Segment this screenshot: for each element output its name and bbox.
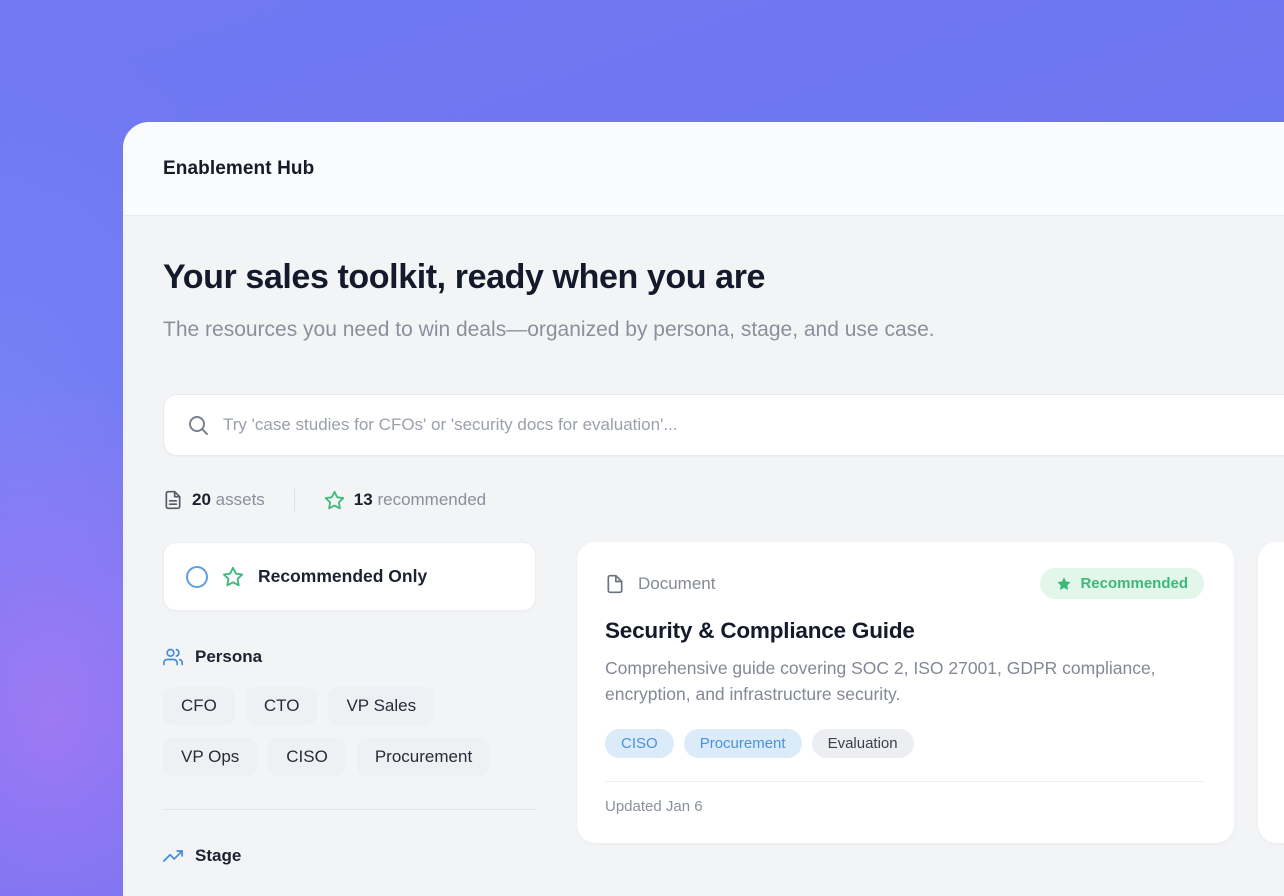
recommended-count: 13 — [354, 490, 373, 509]
card-top-row: Document Recommended — [605, 568, 1204, 599]
asset-cards-row: Document Recommended Security & Complian… — [577, 542, 1284, 843]
stage-section-label: Stage — [195, 846, 241, 866]
recommended-label: recommended — [377, 490, 486, 509]
card-type: Document — [605, 574, 715, 594]
search-icon — [186, 413, 210, 437]
page-subtitle: The resources you need to win deals—orga… — [163, 312, 993, 348]
card-tag: Evaluation — [812, 729, 914, 758]
stats-row: 20 assets 13 recommended — [163, 489, 1284, 511]
assets-stat: 20 assets — [163, 490, 265, 510]
search-bar[interactable] — [163, 394, 1284, 456]
search-input[interactable] — [223, 415, 1284, 435]
persona-section-label: Persona — [195, 647, 262, 667]
filter-sidebar: Recommended Only Persona CFO CTO VP Sales V… — [163, 542, 536, 866]
persona-section-header: Persona — [163, 647, 536, 667]
app-title: Enablement Hub — [163, 158, 314, 180]
recommended-stat: 13 recommended — [324, 490, 486, 511]
star-icon — [222, 566, 244, 588]
persona-chip-list: CFO CTO VP Sales VP Ops CISO Procurement — [163, 687, 536, 776]
persona-chip[interactable]: Procurement — [357, 738, 490, 776]
assets-label: assets — [216, 490, 265, 509]
users-icon — [163, 647, 183, 667]
persona-chip[interactable]: CFO — [163, 687, 235, 725]
asset-card-partial[interactable] — [1258, 542, 1284, 843]
star-icon — [324, 490, 345, 511]
card-tag: Procurement — [684, 729, 802, 758]
card-tag-list: CISO Procurement Evaluation — [605, 729, 1204, 758]
content-grid: Recommended Only Persona CFO CTO VP Sales V… — [163, 542, 1284, 866]
page-content: Your sales toolkit, ready when you are T… — [123, 216, 1284, 866]
asset-card[interactable]: Document Recommended Security & Complian… — [577, 542, 1234, 843]
card-tag: CISO — [605, 729, 674, 758]
document-icon — [163, 490, 183, 510]
card-type-label: Document — [638, 574, 715, 594]
assets-count: 20 — [192, 490, 211, 509]
persona-chip[interactable]: CTO — [246, 687, 318, 725]
card-title: Security & Compliance Guide — [605, 618, 1204, 644]
sidebar-divider — [163, 809, 536, 810]
recommended-badge: Recommended — [1040, 568, 1204, 599]
persona-chip[interactable]: CISO — [268, 738, 346, 776]
stage-section-header: Stage — [163, 846, 536, 866]
persona-chip[interactable]: VP Sales — [328, 687, 434, 725]
toggle-circle[interactable] — [186, 566, 208, 588]
card-divider — [605, 781, 1204, 782]
app-header: Enablement Hub — [123, 122, 1284, 216]
file-icon — [605, 574, 625, 594]
persona-chip[interactable]: VP Ops — [163, 738, 257, 776]
main-panel: Enablement Hub Your sales toolkit, ready… — [123, 122, 1284, 896]
recommended-badge-label: Recommended — [1080, 575, 1188, 592]
card-updated-date: Updated Jan 6 — [605, 798, 1204, 815]
trending-up-icon — [163, 846, 183, 866]
page-title: Your sales toolkit, ready when you are — [163, 258, 1284, 297]
card-description: Comprehensive guide covering SOC 2, ISO … — [605, 655, 1195, 707]
stats-divider — [294, 489, 295, 511]
recommended-only-toggle[interactable]: Recommended Only — [163, 542, 536, 611]
star-filled-icon — [1056, 576, 1072, 592]
recommended-only-label: Recommended Only — [258, 566, 427, 587]
